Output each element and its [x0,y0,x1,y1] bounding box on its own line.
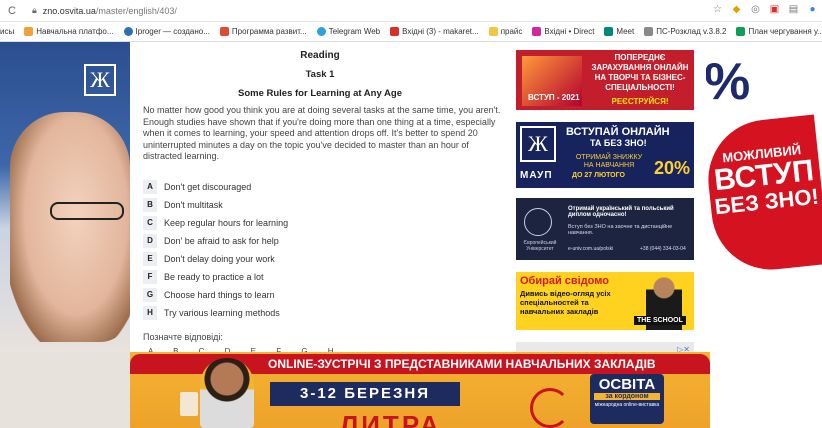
instagram-icon [532,27,542,36]
bookmark-icon [123,27,133,36]
star-icon[interactable]: ☆ [712,4,723,15]
section-heading: Reading [300,50,340,61]
ad-discount: 20% [654,158,691,178]
answer-label: Позначте відповіді: [143,332,223,342]
bookmark-item[interactable]: Iproger — создано... [123,27,210,36]
ad-maup[interactable]: Ж МАУП ВСТУПАЙ ОНЛАЙН ТА БЕЗ ЗНО! ОТРИМА… [516,122,694,188]
url-text[interactable]: zno.osvita.ua/master/english/403/ [43,6,177,16]
meet-icon [604,27,614,36]
maup-logo: Ж [520,126,556,162]
banner-litra: ЛИТРА [340,410,442,428]
camera-icon[interactable]: ◎ [750,4,761,15]
bookmark-item[interactable]: Вхідні • Direct [532,27,594,36]
bookmark-item[interactable]: Навчальна платфо... [24,27,114,36]
url-path: /master/english/403/ [95,5,177,16]
browser-toolbar: ☆ ◆ ◎ ▣ ▤ ● [712,4,818,15]
page-content: Ж % МОЖЛИВИЙ ВСТУП БЕЗ ЗНО! Reading Task… [0,42,822,428]
university-logo: Ж [84,64,116,96]
reload-icon[interactable]: C [4,5,20,17]
osvita-logo: ОСВІТА за кордоном міжнародна online-вис… [590,374,664,424]
browser-address-bar: C 🔒︎ zno.osvita.ua/master/english/403/ ☆… [0,0,822,22]
left-background-ad[interactable]: Ж [0,42,130,352]
task-heading: Task 1 [305,69,335,80]
shield-icon[interactable]: ▣ [769,4,780,15]
url-host: zno.osvita.ua [42,5,96,16]
laurel-icon [530,388,570,428]
bookmark-icon [644,27,654,36]
banner-headline: ONLINE-ЗУСТРІЧІ З ПРЕДСТАВНИКАМИ НАВЧАЛЬ… [268,357,656,371]
bottom-banner-ad[interactable]: ONLINE-ЗУСТРІЧІ З ПРЕДСТАВНИКАМИ НАВЧАЛЬ… [0,352,822,428]
bookmark-item[interactable]: Программа развит... [219,27,307,36]
option-c: C Keep regular hours for learning [143,214,443,232]
bookmark-item[interactable]: прайс [488,27,522,36]
test-content: Reading Task 1 Some Rules for Learning a… [130,42,510,356]
bookmark-item[interactable]: Вхідні (3) - makaret... [390,27,479,36]
option-f: F Be ready to practice a lot [143,268,443,286]
glasses-shape [50,202,124,220]
lock-icon[interactable]: 🔒︎ [32,5,37,16]
answer-options: A Don't get discouraged B Don't multitask … [143,178,443,322]
option-h: H Try various learning methods [143,304,443,322]
bookmark-item[interactable]: Telegram Web [316,27,380,36]
bookmark-icon [24,27,34,36]
bookmark-item[interactable]: План чергування у... [736,27,822,36]
banner-dates: 3-12 БЕРЕЗНЯ [270,382,460,406]
option-e: E Don't delay doing your work [143,250,443,268]
percent-sign: % [706,53,751,111]
gmail-icon [390,27,400,36]
profile-icon[interactable]: ● [807,4,818,15]
bookmarks-bar: исы Навчальна платфо... Iproger — создан… [0,22,822,42]
banner-person-photo [200,358,254,428]
ads-column: ВСТУП - 2021 ПОПЕРЕДНЄ ЗАРАХУВАННЯ ОНЛАЙ… [516,50,694,360]
option-a: A Don't get discouraged [143,178,443,196]
passage-text: No matter how good you think you are at … [143,105,501,162]
university-seal-icon [524,208,552,236]
coffee-cup-icon [180,392,198,416]
option-g: G Choose hard things to learn [143,286,443,304]
ad-vstup-2021[interactable]: ВСТУП - 2021 ПОПЕРЕДНЄ ЗАРАХУВАННЯ ОНЛАЙ… [516,50,694,110]
right-background-ad[interactable]: % МОЖЛИВИЙ ВСТУП БЕЗ ЗНО! [706,42,822,352]
ad-cta: РЕЄСТРУЙСЯ! [611,97,669,106]
woman-photo [10,112,130,342]
ad-brand: THE SCHOOL [634,316,686,325]
promo-badge: МОЖЛИВИЙ ВСТУП БЕЗ ЗНО! [706,114,822,276]
bookmark-icon [219,27,229,36]
ad-headline: ПОПЕРЕДНЄ ЗАРАХУВАННЯ ОНЛАЙН НА ТВОРЧІ Т… [591,53,689,92]
passage-title: Some Rules for Learning at Any Age [238,88,402,99]
ad-image: ВСТУП - 2021 [522,56,582,106]
folder-icon [488,27,498,36]
telegram-icon [316,27,326,36]
sheets-icon [736,27,746,36]
tab-icon[interactable]: ▤ [788,4,799,15]
option-b: B Don't multitask [143,196,443,214]
bookmark-item[interactable]: ПС-Розклад v.3.8.2 [644,27,726,36]
extension-icon[interactable]: ◆ [731,4,742,15]
option-d: D Don' be afraid to ask for help [143,232,443,250]
ad-the-school[interactable]: Обирай свідомо Дивись відео-огляд усіх с… [516,272,694,330]
ad-european-university[interactable]: Європейський Університет Отримай українс… [516,198,694,260]
bookmark-item[interactable]: исы [0,27,14,36]
bookmark-item[interactable]: Meet [604,27,634,36]
ad-brand: МАУП [520,170,553,181]
